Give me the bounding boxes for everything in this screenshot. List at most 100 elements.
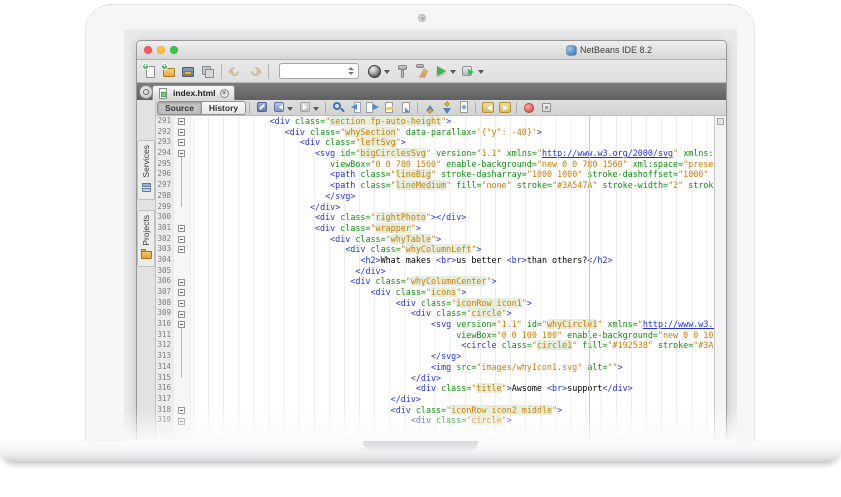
run-icon[interactable] (432, 63, 449, 80)
fold-toggle[interactable] (178, 246, 185, 253)
fold-toggle[interactable] (178, 321, 185, 328)
debug-icon[interactable] (460, 63, 477, 80)
find-next-icon[interactable] (364, 100, 380, 115)
laptop-mockup: NetBeans IDE 8.2 index.html × Ser (0, 0, 841, 497)
code-line[interactable]: <div class="iconRow icon1"> (191, 298, 714, 309)
zoom-window-button[interactable] (170, 46, 178, 54)
dropdown-caret-icon[interactable] (287, 107, 293, 111)
shift-left-icon[interactable] (480, 100, 496, 115)
error-stripe-badge (717, 118, 724, 125)
build-icon[interactable] (394, 63, 411, 80)
dropdown-caret-icon[interactable] (313, 107, 319, 111)
new-file-icon[interactable] (142, 63, 159, 80)
code-line[interactable]: </svg> (191, 191, 714, 202)
find-select-icon[interactable] (398, 100, 414, 115)
netbeans-logo-icon (567, 46, 576, 55)
fold-toggle[interactable] (178, 236, 185, 243)
code-line[interactable]: <svg version="1.1" id="whyCircle1" xmlns… (191, 319, 714, 330)
code-line[interactable]: <path class="lineBig" stroke-dasharray="… (191, 169, 714, 180)
clean-build-icon[interactable] (413, 63, 430, 80)
code-line[interactable]: </div> (191, 373, 714, 384)
sidebar-tab-services[interactable]: Services (137, 140, 155, 200)
fold-toggle[interactable] (178, 129, 185, 136)
source-view-button[interactable]: Source (157, 101, 202, 115)
code-line[interactable]: </svg> (191, 351, 714, 362)
code-line[interactable]: </div> (191, 266, 714, 277)
minimize-window-button[interactable] (157, 46, 165, 54)
new-project-icon[interactable] (161, 63, 178, 80)
code-line[interactable]: <div class="rightPhoto"></div> (191, 212, 714, 223)
code-line[interactable]: <circle class="circle1" fill="#192538" s… (191, 340, 714, 351)
line-number: 318 (156, 405, 174, 416)
fold-toggle[interactable] (178, 118, 185, 125)
code-line[interactable]: <div class="wrapper"> (191, 223, 714, 234)
code-line[interactable]: <div class="icons"> (191, 287, 714, 298)
code-line[interactable]: </div> (191, 202, 714, 213)
line-number: 310 (156, 319, 174, 330)
find-prev-icon[interactable] (347, 100, 363, 115)
code-line[interactable]: <div class="whyColumnCenter"> (191, 276, 714, 287)
code-line[interactable]: <img src="images/whyIcon1.svg" alt=""> (191, 362, 714, 373)
line-number: 294 (156, 148, 174, 159)
code-line[interactable]: </div> (191, 394, 714, 405)
code-line[interactable]: viewBox="0 0 780 1560" enable-background… (191, 159, 714, 170)
fold-toggle[interactable] (178, 289, 185, 296)
code-line[interactable]: <div class="whyColumnLeft"> (191, 244, 714, 255)
fold-guide-line (181, 328, 182, 378)
code-editor[interactable]: <div class="section fp-auto-height"> <di… (191, 116, 714, 441)
fold-toggle[interactable] (178, 407, 185, 414)
find-highlight-icon[interactable] (381, 100, 397, 115)
sidebar-tab-projects[interactable]: Projects (137, 210, 155, 268)
tab-index-html[interactable]: index.html × (152, 85, 235, 100)
dropdown-caret-icon[interactable] (384, 70, 390, 74)
open-project-icon[interactable] (180, 63, 197, 80)
toggle-bookmark-icon[interactable] (456, 100, 472, 115)
dropdown-caret-icon[interactable] (450, 70, 456, 74)
next-occurrence-icon[interactable] (439, 100, 455, 115)
stepper-up-icon (348, 67, 354, 70)
toolbar-separator (325, 102, 326, 114)
save-all-icon[interactable] (199, 63, 216, 80)
back-icon[interactable] (271, 100, 287, 115)
code-line[interactable]: <div class="title">Awsome <br>support</d… (191, 383, 714, 394)
tab-close-icon[interactable]: × (220, 89, 229, 98)
close-window-button[interactable] (144, 46, 152, 54)
fold-toggle[interactable] (178, 150, 185, 157)
fold-toggle[interactable] (178, 300, 185, 307)
code-line[interactable]: <path class="lineMedium" fill="none" str… (191, 180, 714, 191)
history-view-button[interactable]: History (202, 101, 246, 115)
code-line[interactable]: <h2>What makes <br>us better <br>than ot… (191, 255, 714, 266)
fold-toggle[interactable] (178, 418, 185, 425)
forward-icon[interactable] (297, 100, 313, 115)
code-line[interactable]: <div class="circle"> (191, 308, 714, 319)
code-line[interactable]: <div class="circle"> (191, 415, 714, 426)
record-macro-icon[interactable] (521, 100, 537, 115)
editor-group-button[interactable] (139, 85, 153, 99)
main-toolbar (137, 60, 726, 83)
code-line[interactable]: <div class="whySection" data-parallax='{… (191, 127, 714, 138)
code-line[interactable]: viewBox="0 0 100 100" enable-background=… (191, 330, 714, 341)
redo-icon[interactable] (246, 63, 263, 80)
last-edit-icon[interactable] (254, 100, 270, 115)
code-line[interactable]: <div class="section fp-auto-height"> (191, 116, 714, 127)
shift-right-icon[interactable] (497, 100, 513, 115)
code-line[interactable]: <div class="iconRow icon2 middle"> (191, 405, 714, 416)
window-titlebar: NetBeans IDE 8.2 (137, 41, 726, 60)
prev-occurrence-icon[interactable] (422, 100, 438, 115)
stop-macro-icon[interactable] (538, 100, 554, 115)
fold-toggle[interactable] (178, 311, 185, 318)
undo-icon[interactable] (227, 63, 244, 80)
tab-label: index.html (173, 88, 216, 98)
code-line[interactable]: <div class="leftSvg"> (191, 137, 714, 148)
fold-toggle[interactable] (178, 139, 185, 146)
line-number: 298 (156, 191, 174, 202)
fold-toggle[interactable] (178, 225, 185, 232)
code-line[interactable]: <svg id="bigCirclesSvg" version="1.1" xm… (191, 148, 714, 159)
browser-globe-icon[interactable] (366, 63, 383, 80)
dropdown-caret-icon[interactable] (478, 70, 484, 74)
code-line[interactable]: <div class="whyTable"> (191, 234, 714, 245)
config-combobox[interactable] (279, 63, 359, 79)
fold-toggle[interactable] (178, 279, 185, 286)
toolbar-separator (417, 102, 418, 114)
find-icon[interactable] (330, 100, 346, 115)
